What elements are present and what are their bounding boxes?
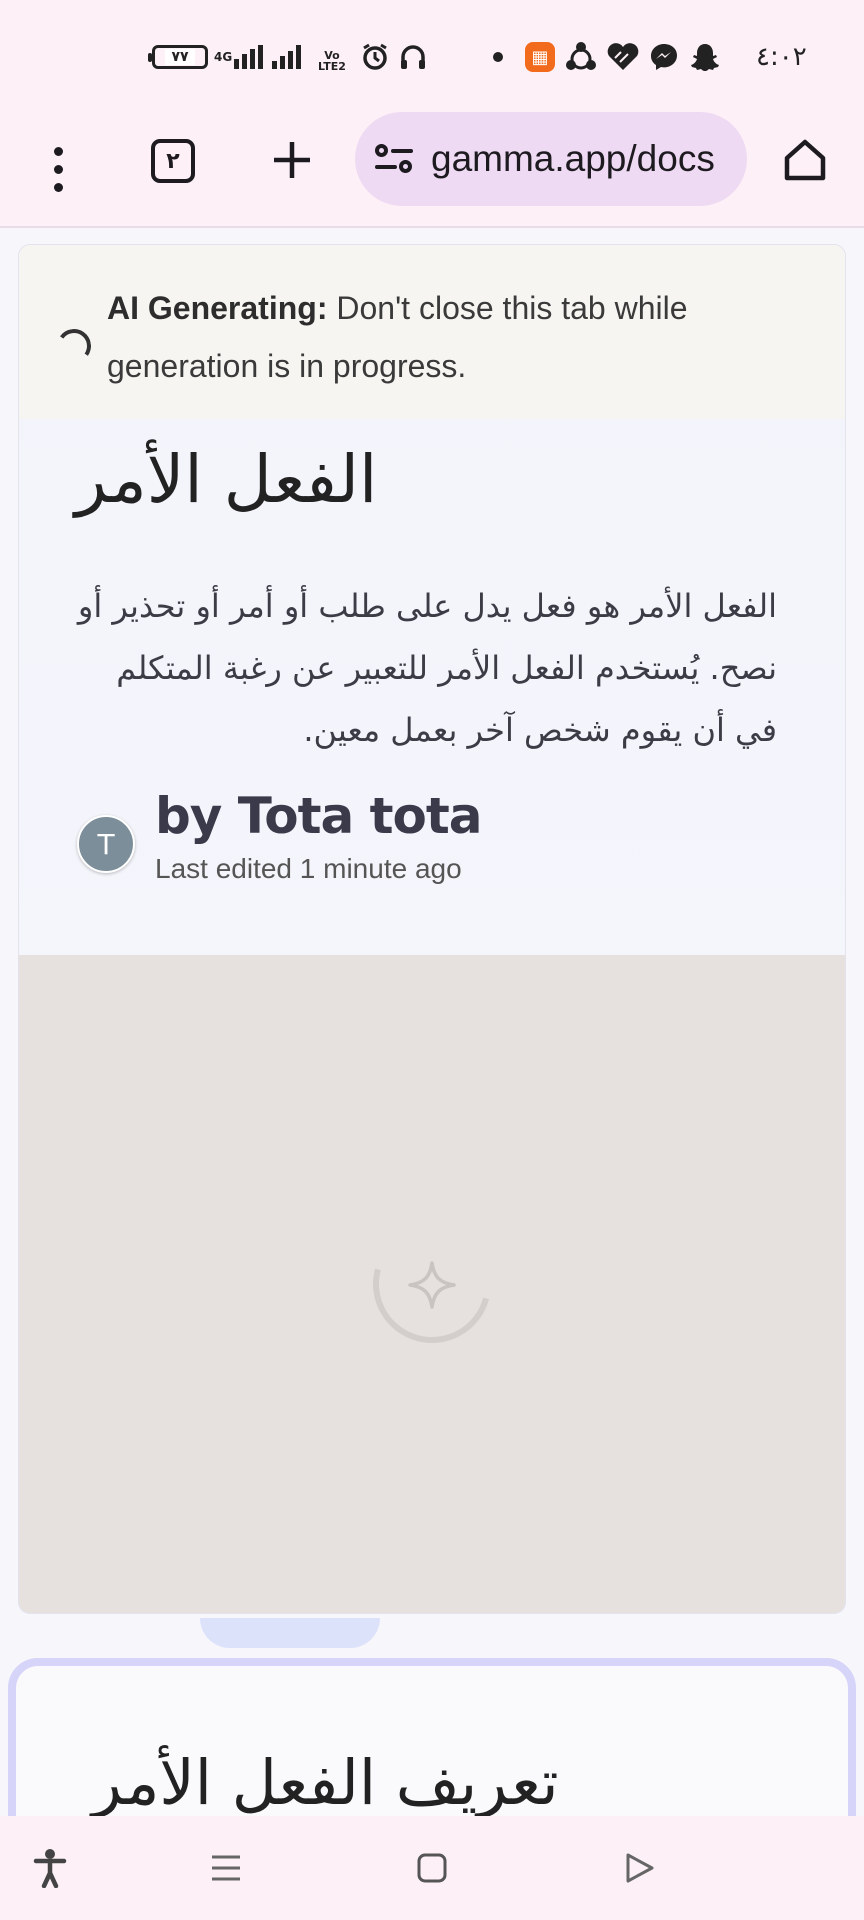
plus-icon [274, 142, 310, 178]
accessibility-button[interactable] [28, 1846, 72, 1890]
alarm-icon [360, 40, 390, 74]
home-icon [784, 139, 826, 181]
author-block: T by Tota tota Last edited 1 minute ago [77, 785, 483, 885]
system-nav-bar [0, 1816, 864, 1920]
ai-generating-banner: AI Generating: Don't close this tab whil… [19, 245, 845, 419]
messenger-icon [649, 40, 679, 74]
loading-spinner-icon [54, 326, 94, 366]
url-text: gamma.app/docs [431, 138, 715, 179]
last-edited-text: Last edited 1 minute ago [155, 853, 462, 884]
next-section-card: تعريف الفعل الأمر [8, 1658, 856, 1816]
banner-bold-label: AI Generating: [107, 290, 328, 326]
back-nav-button[interactable] [618, 1846, 662, 1890]
volte-icon: Vo LTE2 [318, 49, 346, 73]
more-vert-icon [53, 146, 63, 156]
snapchat-icon [689, 40, 721, 74]
document-card: AI Generating: Don't close this tab whil… [18, 244, 846, 1614]
author-name: by Tota tota [155, 787, 483, 845]
avatar[interactable]: T [77, 815, 135, 873]
tab-switcher-button[interactable]: ٢ [151, 139, 195, 183]
document-title[interactable]: الفعل الأمر [75, 441, 795, 518]
signal-icon [272, 40, 301, 74]
sync-icon [565, 40, 597, 74]
status-bar: ٧٧ 4G Vo LTE2 ▦ ٤:٠٢ [0, 0, 864, 110]
battery-icon: ٧٧ [148, 45, 208, 69]
home-nav-button[interactable] [410, 1846, 454, 1890]
overflow-menu-button[interactable] [38, 134, 78, 204]
clock: ٤:٠٢ [756, 42, 807, 72]
image-placeholder [19, 955, 845, 1613]
home-button[interactable] [780, 135, 830, 185]
site-settings-icon[interactable] [375, 144, 413, 174]
card-divider-glow [200, 1618, 380, 1648]
home-square-icon [417, 1853, 447, 1883]
heart-icon [606, 40, 640, 74]
address-bar[interactable]: gamma.app/docs [355, 112, 747, 206]
recents-button[interactable] [204, 1846, 248, 1890]
headphones-icon [398, 40, 428, 74]
sparkle-icon [408, 1261, 456, 1309]
browser-toolbar: ٢ gamma.app/docs [0, 110, 864, 228]
back-triangle-icon [626, 1853, 654, 1883]
web-page: AI Generating: Don't close this tab whil… [0, 230, 864, 1816]
new-tab-button[interactable] [268, 136, 316, 184]
app-orange-icon: ▦ [525, 42, 555, 72]
document-description[interactable]: الفعل الأمر هو فعل يدل على طلب أو أمر أو… [77, 575, 777, 761]
notification-dot [493, 52, 503, 62]
battery-level: ٧٧ [165, 49, 195, 65]
accessibility-icon [33, 1849, 67, 1888]
recents-icon [212, 1855, 240, 1881]
section-title[interactable]: تعريف الفعل الأمر [92, 1746, 559, 1816]
signal-4g-icon: 4G [214, 40, 264, 74]
